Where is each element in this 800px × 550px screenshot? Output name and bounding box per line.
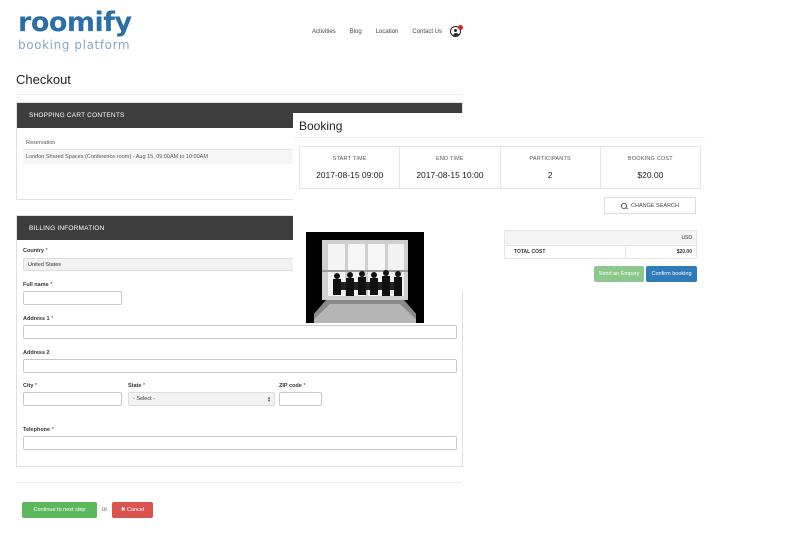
address2-label: Address 2 [23,350,50,356]
booking-summary-panel: Booking START TIME 2017-08-15 09:00 END … [293,113,705,323]
stat-value: 2017-08-15 10:00 [416,170,484,180]
currency-header: USD [504,230,697,246]
continue-button[interactable]: Continue to next step [22,502,97,518]
stat-value: $20.00 [637,170,664,180]
city-label: City * [23,383,38,389]
cost-table: USD TOTAL COST $20.00 [504,230,697,259]
state-label: State * [128,383,146,389]
stat-end-time: END TIME 2017-08-15 10:00 [400,147,501,188]
address2-field[interactable] [23,359,457,373]
booking-divider [293,137,705,138]
stat-label: END TIME [435,156,464,162]
main-nav: Activities Blog Location Contact Us [312,29,456,35]
total-cost-value: $20.00 [676,249,692,255]
country-label: Country * [23,248,48,254]
confirm-booking-button[interactable]: Confirm booking [646,266,697,282]
meeting-silhouette-image [306,232,424,323]
zip-label: ZIP code * [279,383,306,389]
telephone-field[interactable] [23,436,457,450]
stat-start-time: START TIME 2017-08-15 09:00 [300,147,401,188]
stat-participants: PARTICIPANTS 2 [501,147,601,188]
address1-field[interactable] [23,325,457,339]
or-separator: or [102,507,108,513]
stat-value: 2017-08-15 09:00 [316,170,384,180]
state-select[interactable]: - Select - ▲ ▼ [128,392,275,406]
page-title: Checkout [16,72,71,87]
booking-stats: START TIME 2017-08-15 09:00 END TIME 201… [299,146,701,189]
nav-contact-us[interactable]: Contact Us [412,29,442,35]
zip-field[interactable] [279,392,322,406]
telephone-label: Telephone * [23,427,54,433]
nav-activities[interactable]: Activities [312,29,336,35]
full-name-label: Full name * [23,282,53,288]
roomify-logo[interactable]: roomify booking platform [18,7,132,53]
total-cost-row: TOTAL COST $20.00 [504,246,697,259]
total-cost-label: TOTAL COST [505,246,626,258]
stat-label: PARTICIPANTS [529,156,571,162]
notification-dot-icon [458,25,463,30]
nav-blog[interactable]: Blog [350,29,362,35]
full-name-field[interactable] [23,291,122,305]
send-enquiry-button[interactable]: Send an Enquiry [594,266,644,282]
nav-location[interactable]: Location [376,29,399,35]
search-icon [621,202,627,209]
change-search-button[interactable]: CHANGE SEARCH [604,197,696,214]
address1-label: Address 1 * [23,316,54,322]
title-divider [16,94,462,95]
stat-label: START TIME [332,156,367,162]
logo-tagline: booking platform [18,38,131,52]
logo-wordmark: roomify [18,7,132,38]
stat-value: 2 [547,170,553,180]
room-photo [306,232,424,323]
select-arrows-icon: ▲ ▼ [267,395,271,403]
cancel-button[interactable]: ✖ Cancel [112,502,153,518]
booking-title: Booking [299,119,343,133]
stat-label: BOOKING COST [627,156,673,162]
form-divider [16,482,462,483]
stat-booking-cost: BOOKING COST $20.00 [601,147,700,188]
city-field[interactable] [23,392,122,406]
change-search-label: CHANGE SEARCH [631,202,679,209]
avatar-body [452,32,459,36]
avatar-head [454,28,457,32]
